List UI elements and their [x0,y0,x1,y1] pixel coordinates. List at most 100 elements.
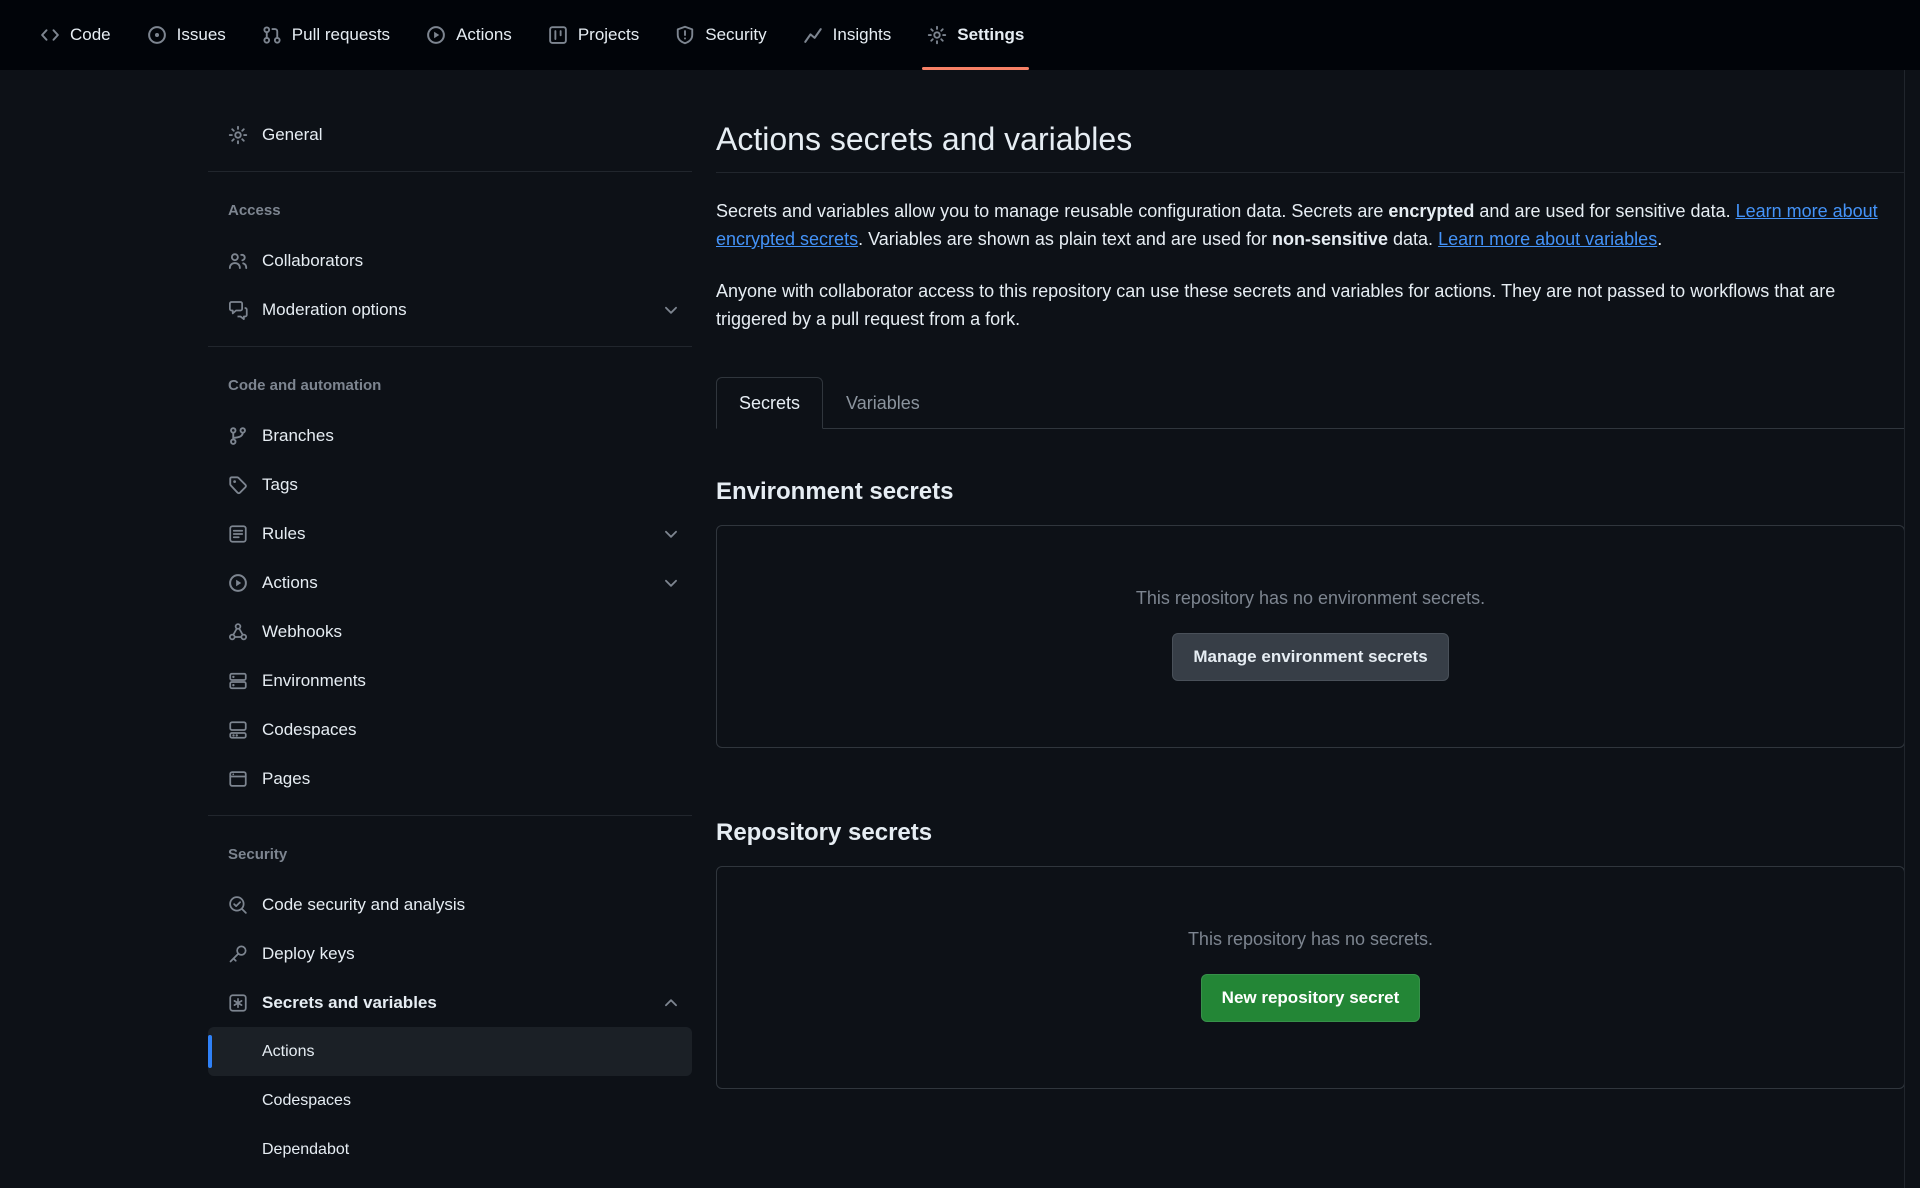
tab-settings[interactable]: Settings [912,0,1039,70]
chevron-down-icon [662,574,680,592]
sidebar-item-label: Branches [262,426,334,446]
sidebar-item-label: Tags [262,475,298,495]
tab-pull-requests[interactable]: Pull requests [247,0,405,70]
sidebar-item-label: Deploy keys [262,944,355,964]
chevron-down-icon [662,525,680,543]
tab-security[interactable]: Security [660,0,781,70]
environment-secrets-empty-box: This repository has no environment secre… [716,525,1905,748]
secrets-variables-tabnav: Secrets Variables [716,377,1905,429]
sidebar-item-label: Codespaces [262,720,357,740]
key-icon [228,944,248,964]
tab-actions[interactable]: Actions [411,0,527,70]
sidebar-item-label: Actions [262,573,318,593]
tab-secrets[interactable]: Secrets [716,377,823,429]
sidebar-item-branches[interactable]: Branches [208,411,692,460]
tab-issues-label: Issues [177,25,226,45]
sidebar-item-pages[interactable]: Pages [208,754,692,803]
sidebar-divider [208,815,692,816]
tab-code[interactable]: Code [25,0,126,70]
sidebar-item-collaborators[interactable]: Collaborators [208,236,692,285]
sidebar-item-moderation-options[interactable]: Moderation options [208,285,692,334]
tab-code-label: Code [70,25,111,45]
tag-icon [228,475,248,495]
project-icon [548,25,568,45]
code-icon [40,25,60,45]
settings-sidebar: General Access Collaborators Moderation … [208,110,692,1174]
tab-projects-label: Projects [578,25,639,45]
sidebar-section-security: Security [208,828,692,880]
codescan-icon [228,895,248,915]
browser-icon [228,769,248,789]
tab-settings-label: Settings [957,25,1024,45]
settings-page: General Access Collaborators Moderation … [0,70,1920,1174]
sidebar-item-secrets-and-variables[interactable]: Secrets and variables [208,978,692,1027]
git-pull-request-icon [262,25,282,45]
tab-insights[interactable]: Insights [788,0,907,70]
webhook-icon [228,622,248,642]
active-indicator [208,1035,212,1068]
sidebar-item-code-security-and-analysis[interactable]: Code security and analysis [208,880,692,929]
sidebar-item-deploy-keys[interactable]: Deploy keys [208,929,692,978]
sidebar-item-label: General [262,125,322,145]
sidebar-divider [208,346,692,347]
page-title: Actions secrets and variables [716,120,1905,173]
intro-text: Secrets and variables allow you to manag… [716,201,1388,221]
sidebar-subitem-codespaces[interactable]: Codespaces [208,1076,692,1125]
sidebar-subitem-label: Actions [262,1043,314,1061]
sidebar-item-label: Environments [262,671,366,691]
intro-paragraph-2: Anyone with collaborator access to this … [716,277,1905,333]
graph-icon [803,25,823,45]
sidebar-item-general[interactable]: General [208,110,692,159]
environment-secrets-heading: Environment secrets [716,477,1905,507]
sidebar-item-codespaces[interactable]: Codespaces [208,705,692,754]
intro-text: . Variables are shown as plain text and … [858,229,1272,249]
tab-insights-label: Insights [833,25,892,45]
play-icon [426,25,446,45]
sidebar-item-rules[interactable]: Rules [208,509,692,558]
manage-environment-secrets-button[interactable]: Manage environment secrets [1172,633,1448,681]
sidebar-subitem-actions[interactable]: Actions [208,1027,692,1076]
intro-bold-encrypted: encrypted [1388,201,1474,221]
comment-discussion-icon [228,300,248,320]
sidebar-section-access: Access [208,184,692,236]
sidebar-item-label: Code security and analysis [262,895,465,915]
sidebar-item-label: Secrets and variables [262,993,437,1013]
people-icon [228,251,248,271]
tab-pull-requests-label: Pull requests [292,25,390,45]
shield-icon [675,25,695,45]
sidebar-subitem-dependabot[interactable]: Dependabot [208,1125,692,1174]
sidebar-item-label: Webhooks [262,622,342,642]
sidebar-item-environments[interactable]: Environments [208,656,692,705]
tab-variables[interactable]: Variables [823,377,943,429]
environment-secrets-empty-message: This repository has no environment secre… [737,588,1884,609]
issue-opened-icon [147,25,167,45]
sidebar-item-label: Moderation options [262,300,407,320]
intro-text: and are used for sensitive data. [1474,201,1735,221]
play-icon [228,573,248,593]
chevron-up-icon [662,994,680,1012]
intro-bold-non-sensitive: non-sensitive [1272,229,1388,249]
gear-icon [927,25,947,45]
main-content: Actions secrets and variables Secrets an… [716,110,1905,1089]
intro-text: . [1657,229,1662,249]
tab-projects[interactable]: Projects [533,0,654,70]
repository-secrets-empty-box: This repository has no secrets. New repo… [716,866,1905,1089]
scrollbar-track-edge [1904,70,1905,1188]
sidebar-item-tags[interactable]: Tags [208,460,692,509]
sidebar-item-actions[interactable]: Actions [208,558,692,607]
sidebar-item-label: Rules [262,524,305,544]
sidebar-subitem-label: Dependabot [262,1141,349,1159]
tab-actions-label: Actions [456,25,512,45]
tab-issues[interactable]: Issues [132,0,241,70]
sidebar-item-label: Pages [262,769,310,789]
key-asterisk-icon [228,993,248,1013]
repository-secrets-heading: Repository secrets [716,818,1905,848]
chevron-down-icon [662,301,680,319]
sidebar-item-webhooks[interactable]: Webhooks [208,607,692,656]
sidebar-divider [208,171,692,172]
tab-security-label: Security [705,25,766,45]
link-learn-more-variables[interactable]: Learn more about variables [1438,229,1657,249]
sidebar-section-code-and-automation: Code and automation [208,359,692,411]
new-repository-secret-button[interactable]: New repository secret [1201,974,1421,1022]
sidebar-subitem-label: Codespaces [262,1092,351,1110]
